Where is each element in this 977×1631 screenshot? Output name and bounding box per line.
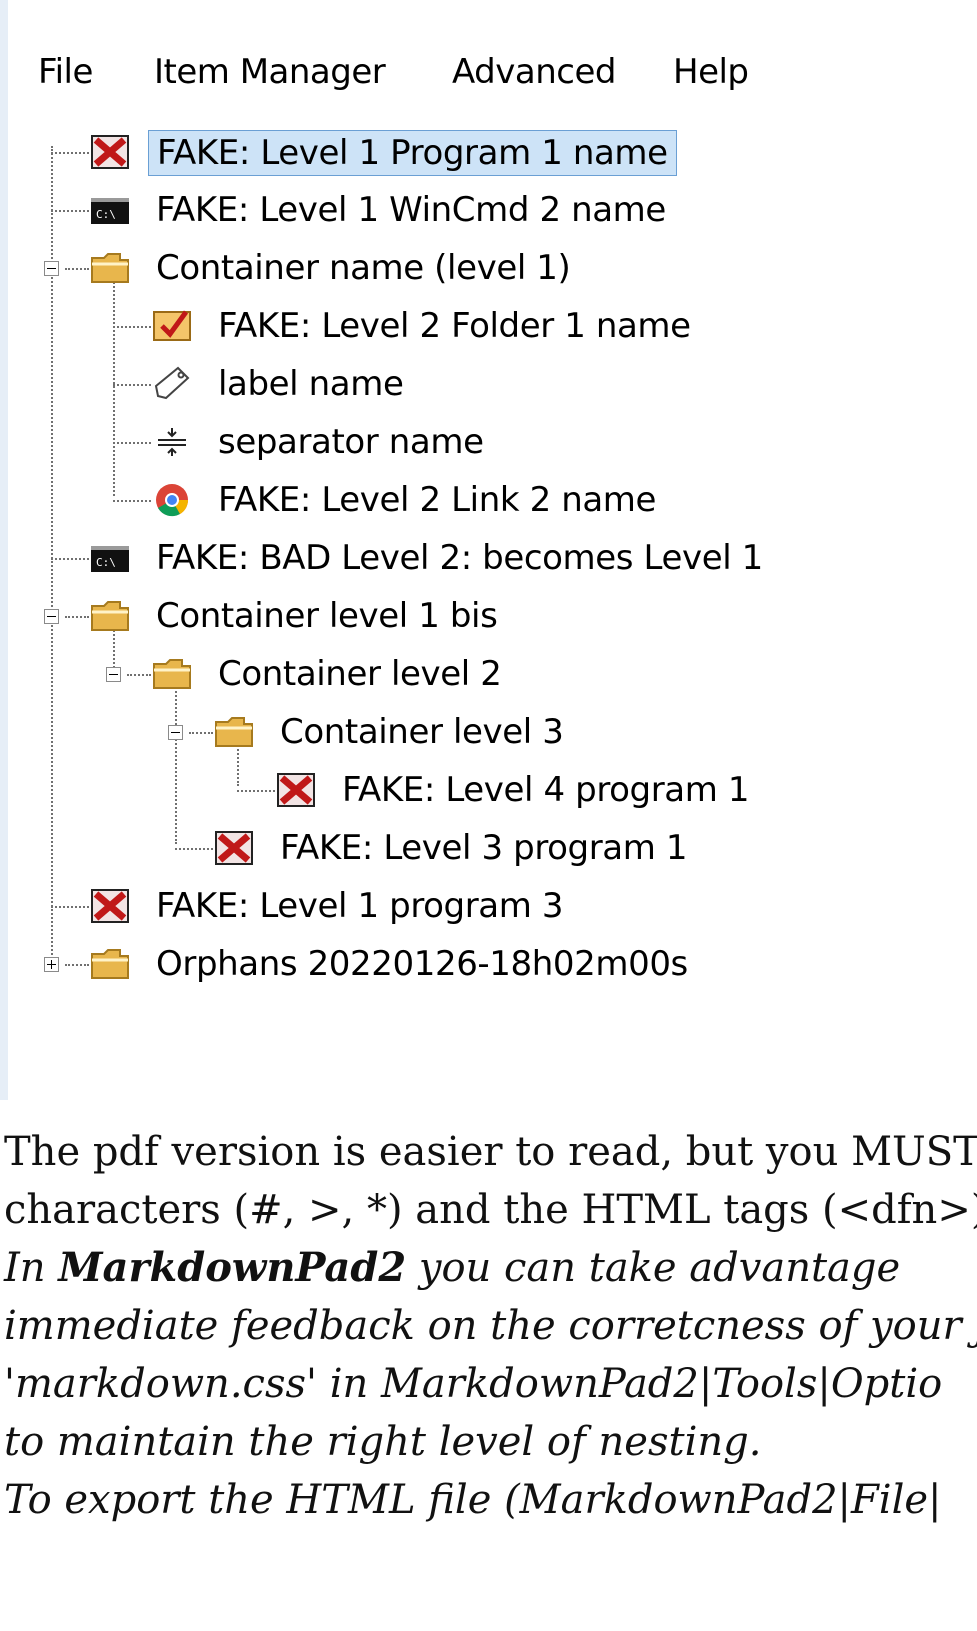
cmd-icon: C:\ bbox=[90, 192, 130, 228]
tree-item-label: FAKE: Level 2 Link 2 name bbox=[218, 480, 657, 520]
menu-help[interactable]: Help bbox=[673, 50, 749, 94]
doc-line: 'markdown.css' in MarkdownPad2|Tools|Opt… bbox=[4, 1361, 943, 1407]
doc-line: immediate feedback on the corretcness of… bbox=[4, 1303, 977, 1349]
cmd-icon: C:\ bbox=[90, 540, 130, 576]
tree-branch bbox=[113, 326, 151, 328]
doc-line: To export the HTML file (MarkdownPad2|Fi… bbox=[4, 1477, 942, 1523]
doc-app-name: MarkdownPad2 bbox=[58, 1244, 407, 1291]
folder-icon bbox=[90, 250, 130, 286]
program-error-icon bbox=[90, 134, 130, 170]
document-text: The pdf version is easier to read, but y… bbox=[0, 1110, 977, 1631]
collapse-toggle-container-level2[interactable] bbox=[106, 667, 121, 682]
doc-line: In MarkdownPad2 you can take advantage bbox=[4, 1240, 900, 1296]
doc-line: The pdf version is easier to read, but y… bbox=[4, 1129, 977, 1175]
tree-branch bbox=[113, 442, 151, 444]
tree-item-label: FAKE: Level 4 program 1 bbox=[342, 770, 750, 810]
tree-item-label: label name bbox=[218, 364, 404, 404]
doc-text: In bbox=[4, 1245, 59, 1291]
tree-item-label: FAKE: Level 1 Program 1 name bbox=[148, 130, 677, 176]
tree-branch bbox=[113, 500, 151, 502]
program-error-icon bbox=[276, 772, 316, 808]
expand-toggle-orphans[interactable] bbox=[44, 957, 59, 972]
tree-item-label: Container level 2 bbox=[218, 654, 502, 694]
menu-item-manager[interactable]: Item Manager bbox=[154, 50, 386, 94]
item-manager-window: File Item Manager Advanced Help FAKE: Le… bbox=[8, 0, 977, 1100]
window-left-border bbox=[0, 0, 8, 1100]
folder-icon bbox=[90, 598, 130, 634]
tree-branch bbox=[65, 616, 89, 618]
tree-item-label: FAKE: Level 1 WinCmd 2 name bbox=[156, 190, 666, 230]
svg-text:C:\: C:\ bbox=[96, 208, 116, 221]
tree-branch bbox=[65, 964, 89, 966]
collapse-toggle-container-level1[interactable] bbox=[44, 261, 59, 276]
tree-branch bbox=[51, 558, 89, 560]
menu-file[interactable]: File bbox=[38, 50, 93, 94]
doc-line: to maintain the right level of nesting. bbox=[4, 1419, 762, 1465]
tree-item-label: FAKE: BAD Level 2: becomes Level 1 bbox=[156, 538, 763, 578]
tree-branch bbox=[51, 210, 89, 212]
tree-branch bbox=[189, 732, 213, 734]
tree-branch bbox=[113, 384, 151, 386]
doc-text: you can take advantage bbox=[406, 1245, 901, 1291]
menu-bar: File Item Manager Advanced Help bbox=[8, 50, 968, 94]
tree-branch bbox=[51, 906, 89, 908]
tree-item-label: Container level 3 bbox=[280, 712, 564, 752]
program-error-icon bbox=[90, 888, 130, 924]
checked-folder-icon bbox=[152, 308, 192, 344]
item-tree: FAKE: Level 1 Program 1 name C:\ FAKE: L… bbox=[8, 120, 968, 1020]
tree-branch bbox=[237, 790, 275, 792]
tree-connector-container2 bbox=[175, 684, 177, 844]
tree-branch bbox=[51, 152, 89, 154]
doc-line: characters (#, >, *) and the HTML tags (… bbox=[4, 1187, 977, 1233]
tree-item-label: FAKE: Level 2 Folder 1 name bbox=[218, 306, 691, 346]
tree-item-label: FAKE: Level 3 program 1 bbox=[280, 828, 688, 868]
separator-icon bbox=[152, 424, 192, 460]
program-error-icon bbox=[214, 830, 254, 866]
tree-item-label: Container name (level 1) bbox=[156, 248, 571, 288]
chrome-icon bbox=[152, 482, 192, 518]
tree-branch bbox=[175, 848, 213, 850]
tree-connector-container1 bbox=[113, 278, 115, 496]
folder-icon bbox=[152, 656, 192, 692]
menu-advanced[interactable]: Advanced bbox=[452, 50, 616, 94]
collapse-toggle-container-level1-bis[interactable] bbox=[44, 609, 59, 624]
tree-item-label: Orphans 20220126-18h02m00s bbox=[156, 944, 688, 984]
collapse-toggle-container-level3[interactable] bbox=[168, 725, 183, 740]
folder-icon bbox=[214, 714, 254, 750]
tree-item-label: separator name bbox=[218, 422, 484, 462]
tree-item-label: Container level 1 bis bbox=[156, 596, 498, 636]
svg-text:C:\: C:\ bbox=[96, 556, 116, 569]
tree-branch bbox=[65, 268, 89, 270]
tag-icon bbox=[152, 366, 192, 402]
folder-icon bbox=[90, 946, 130, 982]
tree-item-label: FAKE: Level 1 program 3 bbox=[156, 886, 564, 926]
tree-branch bbox=[127, 674, 151, 676]
